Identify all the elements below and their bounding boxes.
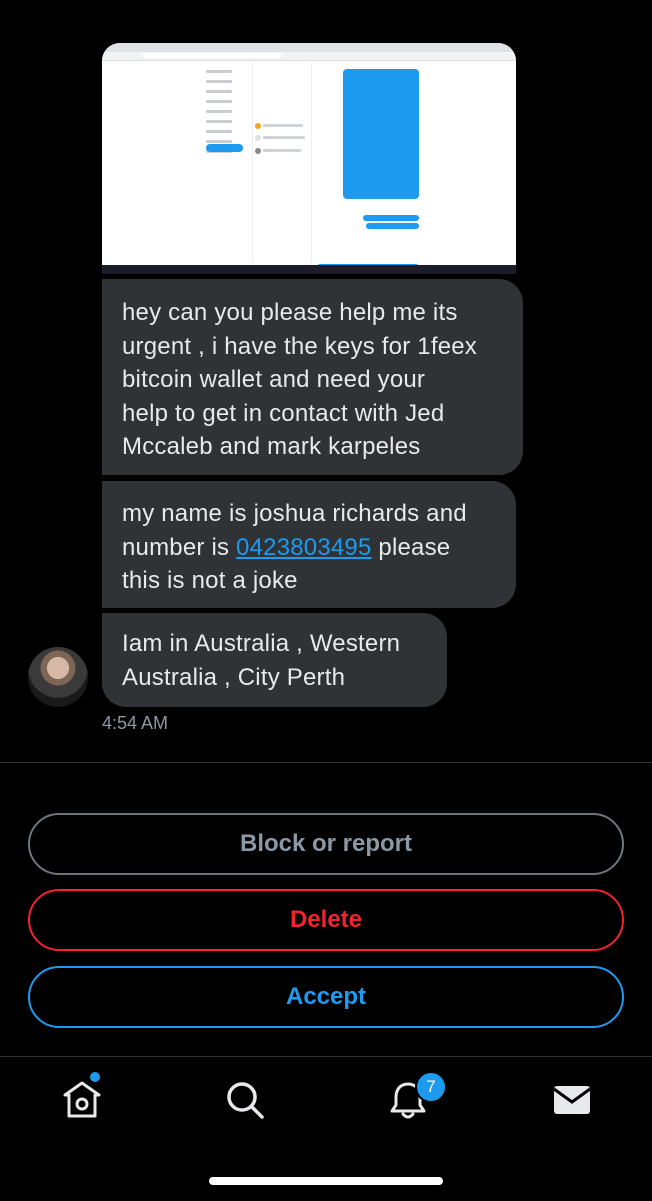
message-text: number is: [122, 533, 237, 561]
screenshot-row: [263, 136, 305, 139]
message-bubble[interactable]: my name is joshua richards and number is…: [102, 481, 516, 608]
message-line: bitcoin wallet and need your: [122, 366, 426, 393]
home-icon[interactable]: [60, 1078, 104, 1122]
screenshot-row: [263, 149, 301, 152]
accept-button[interactable]: Accept: [28, 966, 624, 1028]
message-bubble[interactable]: Iam in Australia , Western Australia , C…: [102, 613, 447, 707]
message-line: my name is joshua richards and: [122, 500, 467, 527]
screenshot-sent-bubble: [343, 69, 419, 199]
message-line: urgent , i have the keys for 1feex: [122, 332, 477, 360]
screenshot-avatar: [255, 135, 261, 141]
sender-avatar[interactable]: [28, 647, 88, 707]
phone-number-link[interactable]: 0423803495: [236, 534, 371, 561]
message-line: Iam in Australia , Western: [122, 630, 401, 657]
message-line: Mccaleb and mark karpeles: [122, 433, 421, 460]
attached-screenshot-image[interactable]: [102, 43, 516, 274]
message-line: Australia , City Perth: [122, 663, 346, 691]
screenshot-message-list: [252, 63, 312, 263]
screenshot-sent-bubble: [363, 215, 419, 221]
screenshot-avatar: [255, 148, 261, 154]
message-bubble[interactable]: hey can you please help me its urgent , …: [102, 279, 523, 475]
block-or-report-button[interactable]: Block or report: [28, 813, 624, 875]
message-timestamp: 4:54 AM: [102, 713, 169, 733]
message-line: number is 0423803495 please: [122, 531, 496, 565]
mail-icon[interactable]: [550, 1078, 594, 1122]
screenshot-browser-tabs: [102, 43, 516, 52]
screenshot-taskbar: [102, 265, 516, 274]
home-indicator: [209, 1177, 443, 1185]
screenshot-avatar: [255, 123, 261, 129]
screenshot-sent-bubble: [366, 223, 419, 229]
message-line: help to get in contact with Jed: [122, 399, 445, 427]
search-icon[interactable]: [223, 1078, 267, 1122]
screenshot-sidebar: [206, 63, 250, 153]
delete-button[interactable]: Delete: [28, 889, 624, 951]
message-text: please: [371, 533, 451, 561]
screenshot-row: [263, 124, 303, 127]
message-line: hey can you please help me its: [122, 299, 458, 326]
home-notification-dot: [90, 1072, 100, 1082]
message-line: this is not a joke: [122, 567, 298, 594]
notification-count-badge: 7: [415, 1071, 447, 1103]
screenshot-url-field: [142, 53, 282, 58]
divider: [0, 762, 652, 763]
screenshot-tweet-button: [206, 144, 243, 152]
